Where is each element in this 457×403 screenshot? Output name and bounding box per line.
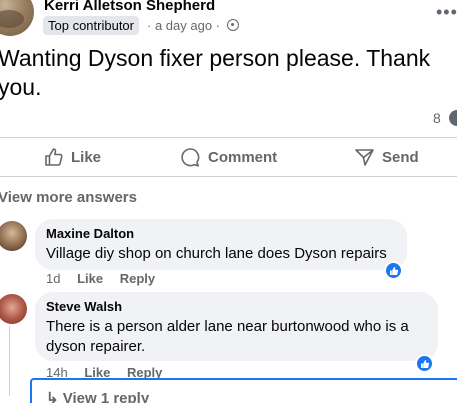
comment-avatar[interactable] [0,294,27,324]
like-button[interactable]: Like [44,147,101,167]
post-action-bar: Like Comment Send [0,138,457,176]
view-reply-label: View 1 reply [62,390,150,403]
comment-icon [181,148,200,167]
view-reply-link[interactable]: ↳ View 1 reply [46,389,149,403]
post-meta: · a day ago · [147,17,239,35]
comment-button[interactable]: Comment [180,147,277,168]
comment-bubble: Steve Walsh There is a person alder lane… [35,292,438,361]
author-name[interactable]: Kerri Alletson Shepherd [44,0,215,14]
comment-bubble: Maxine Dalton Village diy shop on church… [35,219,407,270]
reaction-icon[interactable] [449,110,457,126]
author-avatar[interactable] [0,0,34,36]
comment-meta: 1d Like Reply [46,271,155,286]
more-options-icon[interactable]: ••• [436,3,457,21]
comment-text: Village diy shop on church lane does Dys… [46,245,387,262]
comment-text: There is a person alder lane near burton… [46,318,409,355]
comment-reply-button[interactable]: Reply [120,271,155,286]
reply-arrow-icon: ↳ [46,390,59,403]
send-icon [355,149,374,166]
thumbs-up-icon [45,148,63,166]
top-contributor-badge: Top contributor [43,16,139,35]
comment-like-button[interactable]: Like [77,271,103,286]
commenter-name[interactable]: Steve Walsh [46,299,426,315]
like-button-label: Like [71,148,102,166]
thumbs-up-icon [420,359,429,368]
globe-icon [226,19,239,31]
comment-like-reaction[interactable] [415,354,434,373]
post-header: Kerri Alletson Shepherd Top contributor … [0,0,457,40]
reply-thread-line [9,326,10,396]
comment-button-label: Comment [208,149,278,166]
divider [0,176,457,177]
thumbs-up-icon [389,266,398,275]
comment-time[interactable]: 1d [46,271,60,286]
commenter-name[interactable]: Maxine Dalton [46,226,395,242]
send-button-label: Send [382,149,419,166]
view-more-answers-link[interactable]: View more answers [0,189,137,206]
send-button[interactable]: Send [354,147,419,168]
post-time[interactable]: · a day ago · [147,18,220,33]
comment-avatar[interactable] [0,221,27,251]
post-text: Wanting Dyson fixer person please. Thank… [0,45,431,100]
comment-like-reaction[interactable] [384,261,403,280]
reaction-count[interactable]: 8 [433,110,441,126]
